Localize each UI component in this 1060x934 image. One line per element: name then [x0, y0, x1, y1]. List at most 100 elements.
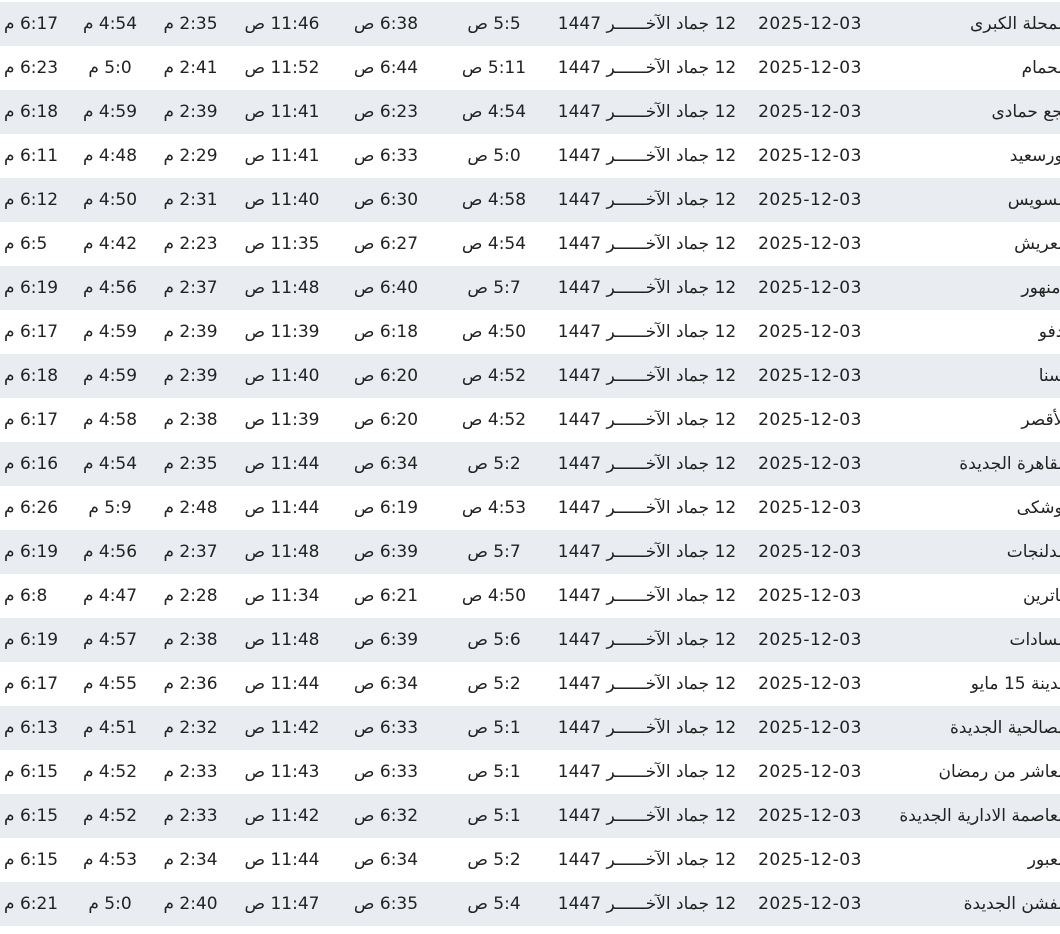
hijri-date: 12 جماد الآخــــــر 1447 [557, 850, 737, 870]
gregorian-date: 2025-12-03 [758, 586, 862, 606]
sunrise-time: 6:39 ص [353, 542, 419, 562]
prayer-times-table: المحلة الكبرى 2025-12-03 12 جماد الآخـــ… [0, 2, 1060, 926]
dhuhr-time: 11:40 ص [244, 366, 320, 386]
gregorian-date: 2025-12-03 [758, 674, 862, 694]
hijri-date: 12 جماد الآخــــــر 1447 [557, 190, 737, 210]
maghrib-time: 4:54 م [82, 454, 138, 474]
fajr-time: 4:58 ص [461, 190, 527, 210]
hijri-date: 12 جماد الآخــــــر 1447 [557, 498, 737, 518]
table-row: دمنهور 2025-12-03 12 جماد الآخــــــر 14… [0, 266, 1060, 310]
gregorian-date: 2025-12-03 [758, 322, 862, 342]
hijri-date: 12 جماد الآخــــــر 1447 [557, 410, 737, 430]
table-row: اسنا 2025-12-03 12 جماد الآخــــــر 1447… [0, 354, 1060, 398]
fajr-time: 5:1 ص [467, 806, 521, 826]
maghrib-time: 4:48 م [82, 146, 138, 166]
table-row: العريش 2025-12-03 12 جماد الآخــــــر 14… [0, 222, 1060, 266]
gregorian-date: 2025-12-03 [758, 718, 862, 738]
asr-time: 2:40 م [163, 894, 218, 914]
table-row: كاترين 2025-12-03 12 جماد الآخــــــر 14… [0, 574, 1060, 618]
city-name: كاترين [1022, 586, 1060, 606]
city-name: العاشر من رمضان [938, 762, 1060, 782]
sunrise-time: 6:40 ص [353, 278, 419, 298]
asr-time: 2:38 م [163, 630, 218, 650]
isha-time: 6:17 م [4, 322, 59, 342]
city-name: ادفو [1038, 322, 1060, 342]
hijri-date: 12 جماد الآخــــــر 1447 [557, 14, 737, 34]
fajr-time: 4:50 ص [461, 322, 527, 342]
sunrise-time: 6:32 ص [353, 806, 419, 826]
asr-time: 2:28 م [163, 586, 218, 606]
fajr-time: 5:6 ص [467, 630, 521, 650]
hijri-date: 12 جماد الآخــــــر 1447 [557, 278, 737, 298]
city-name: الحمام [1021, 58, 1060, 78]
dhuhr-time: 11:39 ص [244, 322, 320, 342]
asr-time: 2:23 م [163, 234, 218, 254]
isha-time: 6:17 م [4, 410, 59, 430]
isha-time: 6:19 م [4, 278, 59, 298]
gregorian-date: 2025-12-03 [758, 146, 862, 166]
gregorian-date: 2025-12-03 [758, 410, 862, 430]
hijri-date: 12 جماد الآخــــــر 1447 [557, 630, 737, 650]
table-row: العاصمة الادارية الجديدة 2025-12-03 12 ج… [0, 794, 1060, 838]
asr-time: 2:32 م [163, 718, 218, 738]
hijri-date: 12 جماد الآخــــــر 1447 [557, 718, 737, 738]
city-name: نجع حمادى [991, 102, 1060, 122]
fajr-time: 5:2 ص [467, 674, 521, 694]
table-row: القاهرة الجديدة 2025-12-03 12 جماد الآخـ… [0, 442, 1060, 486]
gregorian-date: 2025-12-03 [758, 102, 862, 122]
city-name: الصالحية الجديدة [950, 718, 1060, 738]
prayer-times-table-container: المحلة الكبرى 2025-12-03 12 جماد الآخـــ… [0, 0, 1060, 926]
gregorian-date: 2025-12-03 [758, 234, 862, 254]
gregorian-date: 2025-12-03 [758, 454, 862, 474]
maghrib-time: 4:42 م [82, 234, 138, 254]
table-row: مدينة 15 مايو 2025-12-03 12 جماد الآخـــ… [0, 662, 1060, 706]
fajr-time: 5:0 ص [467, 146, 521, 166]
isha-time: 6:21 م [4, 894, 59, 914]
fajr-time: 5:11 ص [461, 58, 527, 78]
isha-time: 6:18 م [4, 102, 59, 122]
dhuhr-time: 11:44 ص [244, 454, 320, 474]
gregorian-date: 2025-12-03 [758, 762, 862, 782]
hijri-date: 12 جماد الآخــــــر 1447 [557, 146, 737, 166]
fajr-time: 5:5 ص [467, 14, 521, 34]
fajr-time: 4:53 ص [461, 498, 527, 518]
maghrib-time: 4:55 م [82, 674, 138, 694]
sunrise-time: 6:38 ص [353, 14, 419, 34]
maghrib-time: 4:58 م [82, 410, 138, 430]
fajr-time: 5:2 ص [467, 454, 521, 474]
sunrise-time: 6:44 ص [353, 58, 419, 78]
asr-time: 2:37 م [163, 542, 218, 562]
sunrise-time: 6:23 ص [353, 102, 419, 122]
hijri-date: 12 جماد الآخــــــر 1447 [557, 58, 737, 78]
city-name: العاصمة الادارية الجديدة [899, 806, 1060, 826]
table-row: توشكى 2025-12-03 12 جماد الآخــــــر 144… [0, 486, 1060, 530]
city-name: الأقصر [1021, 410, 1060, 430]
gregorian-date: 2025-12-03 [758, 366, 862, 386]
table-row: الصالحية الجديدة 2025-12-03 12 جماد الآخ… [0, 706, 1060, 750]
isha-time: 6:8 م [4, 586, 48, 606]
dhuhr-time: 11:44 ص [244, 498, 320, 518]
dhuhr-time: 11:47 ص [244, 894, 320, 914]
sunrise-time: 6:20 ص [353, 410, 419, 430]
gregorian-date: 2025-12-03 [758, 278, 862, 298]
dhuhr-time: 11:35 ص [244, 234, 320, 254]
asr-time: 2:48 م [163, 498, 218, 518]
city-name: الدلنجات [1006, 542, 1060, 562]
sunrise-time: 6:33 ص [353, 718, 419, 738]
sunrise-time: 6:20 ص [353, 366, 419, 386]
city-name: العبور [1027, 850, 1060, 870]
maghrib-time: 4:59 م [82, 322, 138, 342]
table-row: السويس 2025-12-03 12 جماد الآخــــــر 14… [0, 178, 1060, 222]
dhuhr-time: 11:42 ص [244, 806, 320, 826]
hijri-date: 12 جماد الآخــــــر 1447 [557, 762, 737, 782]
fajr-time: 5:7 ص [467, 278, 521, 298]
gregorian-date: 2025-12-03 [758, 190, 862, 210]
isha-time: 6:18 م [4, 366, 59, 386]
fajr-time: 5:7 ص [467, 542, 521, 562]
dhuhr-time: 11:43 ص [244, 762, 320, 782]
isha-time: 6:19 م [4, 542, 59, 562]
sunrise-time: 6:21 ص [353, 586, 419, 606]
table-row: ادفو 2025-12-03 12 جماد الآخــــــر 1447… [0, 310, 1060, 354]
dhuhr-time: 11:52 ص [244, 58, 320, 78]
isha-time: 6:19 م [4, 630, 59, 650]
